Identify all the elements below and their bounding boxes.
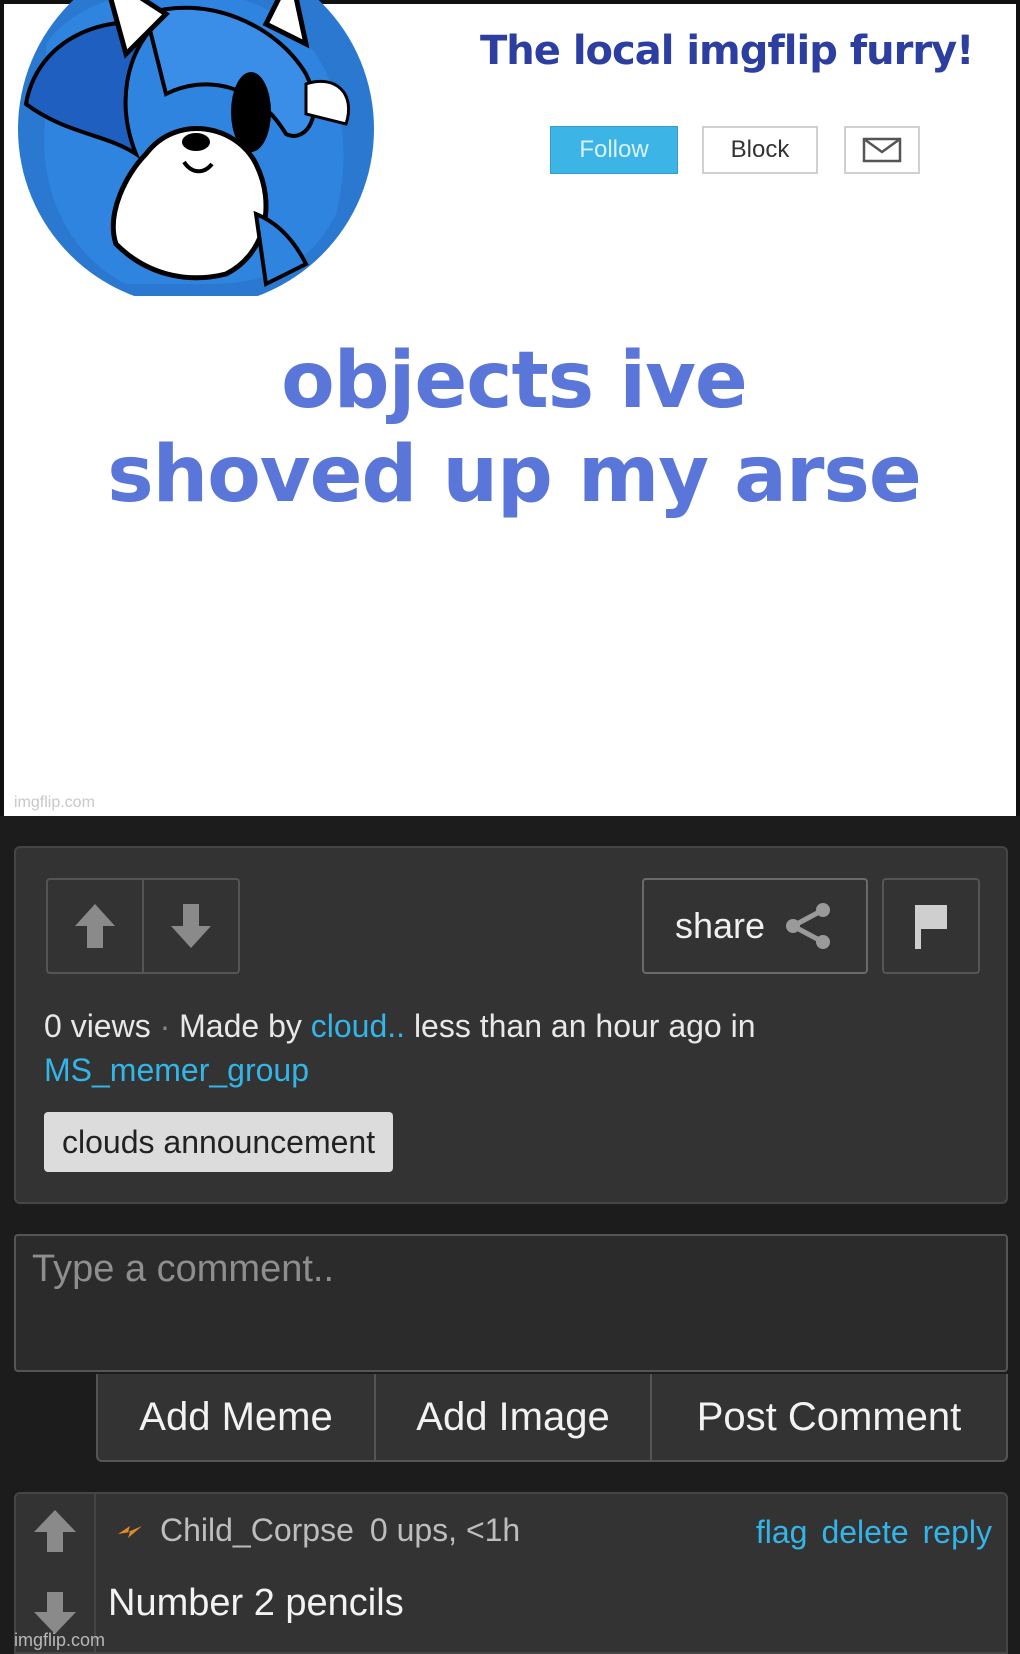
comment-links: flag delete reply [756,1514,992,1551]
headline-line-2: shoved up my arse [107,430,922,520]
comment-delete-link[interactable]: delete [821,1514,908,1551]
share-icon [786,903,831,949]
comment: Child_Corpse 0 ups, <1h flag delete repl… [14,1492,1008,1654]
add-image-button[interactable]: Add Image [374,1374,650,1460]
block-button: Block [702,126,818,174]
view-count: 0 views [44,1008,151,1044]
flag-icon [915,905,947,949]
share-button[interactable]: share [642,878,868,974]
imgflip-watermark: imgflip.com [14,794,95,811]
arrow-up-icon[interactable] [32,1508,78,1554]
arrow-up-icon [75,904,115,948]
meta-separator: · [159,1008,171,1044]
comment-stats: 0 ups, <1h [369,1512,521,1548]
tag-chip[interactable]: clouds announcement [44,1112,394,1172]
flag-button[interactable] [882,878,980,974]
furry-avatar-image [18,0,374,296]
vote-buttons [46,878,240,974]
follow-button: Follow [550,126,678,174]
comment-text: Number 2 pencils [108,1582,404,1624]
comment-header: Child_Corpse 0 ups, <1h [114,1512,520,1549]
made-by-label: Made by [179,1008,302,1044]
lightning-badge-icon [118,1525,142,1538]
comment-actions: Add Meme Add Image Post Comment [96,1374,1008,1462]
envelope-icon [844,126,920,174]
meme-image: The local imgflip furry! Follow Block ob… [0,0,1020,816]
comment-username[interactable]: Child_Corpse [160,1512,354,1549]
comment-input[interactable] [14,1234,1008,1372]
meme-tagline: The local imgflip furry! [480,28,974,74]
imgflip-watermark: imgflip.com [14,1630,106,1650]
meme-info-panel: share 0 views · Made by cloud.. less tha… [14,846,1008,1204]
share-label: share [674,905,766,946]
post-comment-button[interactable]: Post Comment [650,1374,1006,1460]
comment-reply-link[interactable]: reply [923,1514,992,1551]
author-link[interactable]: cloud.. [311,1008,405,1044]
stream-link[interactable]: MS_memer_group [44,1052,309,1088]
post-time: less than an hour ago in [413,1008,756,1044]
headline-line-1: objects ive [281,336,748,426]
post-meta: 0 views · Made by cloud.. less than an h… [44,1004,984,1092]
meme-headline: objects ive shoved up my arse [4,334,1020,522]
arrow-down-icon [171,904,211,948]
add-meme-button[interactable]: Add Meme [98,1374,374,1460]
upvote-button[interactable] [48,880,142,972]
downvote-button[interactable] [142,880,238,972]
comment-flag-link[interactable]: flag [756,1514,808,1551]
